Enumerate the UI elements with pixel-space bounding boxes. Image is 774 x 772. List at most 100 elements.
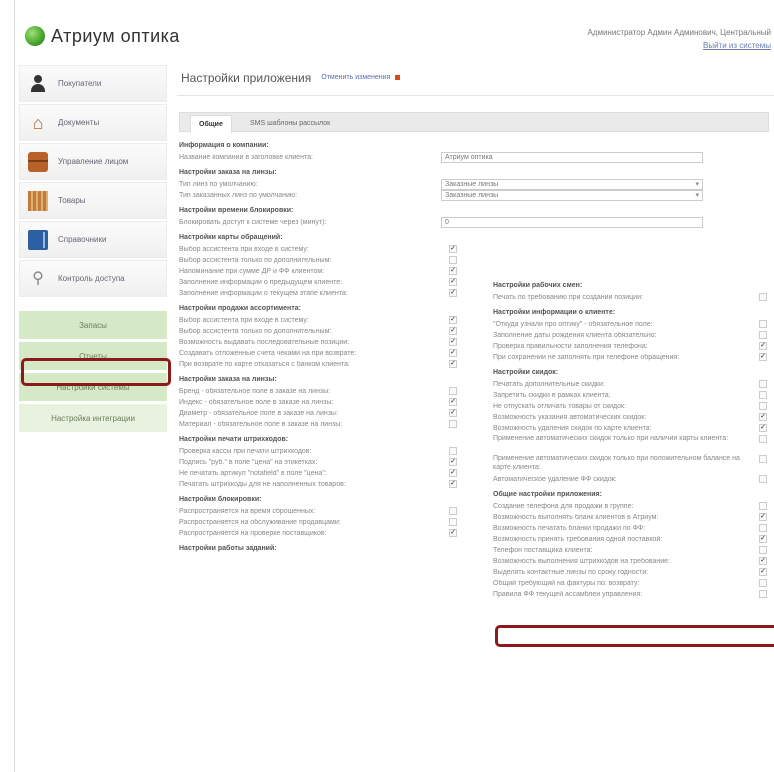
setting-checkbox[interactable]: ✓ [449, 245, 457, 253]
setting-checkbox[interactable]: ✓ [759, 353, 767, 361]
setting-row: Применение автоматических скидок только … [493, 434, 767, 454]
section-title: Настройки рабочих смен: [493, 282, 583, 289]
setting-checkbox[interactable] [759, 293, 767, 301]
setting-checkbox[interactable]: ✓ [759, 413, 767, 421]
current-user: Администратор Админ Админович, Центральн… [587, 28, 771, 37]
setting-label: Применение автоматических скидок только … [493, 455, 740, 471]
setting-checkbox[interactable] [759, 502, 767, 510]
logo-icon [25, 26, 45, 46]
setting-checkbox[interactable]: ✓ [449, 316, 457, 324]
setting-checkbox[interactable]: ✓ [449, 289, 457, 297]
setting-label: Материал - обязательное поле в заказе на… [179, 421, 343, 428]
setting-checkbox[interactable] [759, 391, 767, 399]
setting-checkbox[interactable]: ✓ [759, 342, 767, 350]
setting-label: Выбор ассистента при входе в систему: [179, 246, 309, 253]
setting-checkbox[interactable] [449, 420, 457, 428]
setting-checkbox[interactable] [449, 518, 457, 526]
setting-label: Индекс - обязательное поле в заказе на л… [179, 399, 334, 406]
setting-checkbox[interactable]: ✓ [449, 480, 457, 488]
setting-select[interactable]: Заказные линзы [441, 179, 703, 190]
setting-checkbox[interactable] [449, 507, 457, 515]
setting-checkbox[interactable] [449, 447, 457, 455]
page-title: Настройки приложения [181, 70, 312, 85]
setting-select[interactable]: Заказные линзы [441, 190, 703, 201]
setting-checkbox[interactable]: ✓ [759, 568, 767, 576]
setting-label: Выбор ассистента при входе в систему: [179, 317, 309, 324]
setting-checkbox[interactable] [449, 256, 457, 264]
setting-checkbox[interactable] [759, 546, 767, 554]
setting-input[interactable]: Атриум оптика [441, 152, 703, 163]
setting-checkbox[interactable] [759, 455, 767, 463]
setting-row: Заполнение информации о предыдущем клиен… [179, 277, 457, 288]
setting-checkbox[interactable] [759, 579, 767, 587]
setting-checkbox[interactable]: ✓ [449, 349, 457, 357]
setting-checkbox[interactable]: ✓ [759, 513, 767, 521]
setting-input[interactable]: 0 [441, 217, 703, 228]
setting-checkbox[interactable] [449, 387, 457, 395]
setting-label: Выделять контактные линзы по сроку годно… [493, 569, 649, 576]
section-title: Настройки карты обращений: [179, 234, 283, 241]
setting-checkbox[interactable] [759, 402, 767, 410]
setting-checkbox[interactable]: ✓ [449, 458, 457, 466]
sidebar-item-access-control[interactable]: ⚲ Контроль доступа [19, 260, 167, 297]
setting-row: Диаметр - обязательное поле в заказе на … [179, 408, 457, 419]
sidebar-item-management[interactable]: Управление лицом [19, 143, 167, 180]
sidebar-item-references[interactable]: Справочники [19, 221, 167, 258]
setting-checkbox[interactable] [759, 435, 767, 443]
setting-checkbox[interactable]: ✓ [449, 278, 457, 286]
setting-row: Индекс - обязательное поле в заказе на л… [179, 397, 457, 408]
setting-checkbox[interactable]: ✓ [449, 529, 457, 537]
setting-checkbox[interactable] [759, 320, 767, 328]
setting-row: Телефон поставщика клиента: [493, 545, 767, 556]
setting-checkbox[interactable]: ✓ [449, 338, 457, 346]
setting-label: Выбор ассистента только по дополнительны… [179, 257, 332, 264]
setting-checkbox[interactable]: ✓ [449, 267, 457, 275]
setting-checkbox[interactable]: ✓ [449, 360, 457, 368]
setting-row: Возможность выполнения штрихкодов на тре… [493, 556, 767, 567]
setting-label: Проверка кассы при печати штрихкодов: [179, 448, 312, 455]
setting-row: "Откуда узнали про оптику" - обязательно… [493, 319, 767, 330]
setting-row: Применение автоматических скидок только … [493, 454, 767, 474]
setting-checkbox[interactable]: ✓ [759, 424, 767, 432]
setting-label: Телефон поставщика клиента: [493, 547, 593, 554]
sidebar-item-label: Контроль доступа [58, 274, 125, 283]
section-title: Общие настройки приложения: [493, 491, 602, 498]
sidebar-item-documents[interactable]: ⌂ Документы [19, 104, 167, 141]
setting-row: Правила ФФ текущей ассамблеи управления: [493, 589, 767, 600]
sub-nav-stock[interactable]: Запасы [19, 311, 167, 339]
sidebar-item-label: Покупатели [58, 79, 102, 88]
sidebar-item-customers[interactable]: Покупатели [19, 65, 167, 102]
setting-label: Общий требующий на фактуры по: возврату: [493, 580, 640, 587]
setting-checkbox[interactable] [759, 524, 767, 532]
chest-icon [28, 151, 48, 172]
setting-label: Применение автоматических скидок только … [493, 435, 729, 442]
setting-checkbox[interactable]: ✓ [449, 409, 457, 417]
setting-checkbox[interactable]: ✓ [759, 535, 767, 543]
header: Атриум оптика Администратор Админ Админо… [15, 0, 774, 58]
setting-checkbox[interactable] [759, 475, 767, 483]
section-title: Настройки скидок: [493, 369, 559, 376]
setting-label: Не печатать артикул "notafield" в поле "… [179, 470, 327, 477]
setting-label: Название компании в заголовке клиента: [179, 154, 313, 161]
tab-general[interactable]: Общие [190, 115, 232, 133]
setting-checkbox[interactable]: ✓ [449, 327, 457, 335]
setting-label: Выбор ассистента только по дополнительны… [179, 328, 332, 335]
cancel-changes-link[interactable]: Отменить изменения [321, 74, 390, 81]
setting-row: Блокировать доступ к системе через (мину… [179, 217, 703, 228]
setting-checkbox[interactable] [759, 590, 767, 598]
setting-checkbox[interactable]: ✓ [759, 557, 767, 565]
setting-row: Распространяется на проверке поставщиков… [179, 528, 457, 539]
logout-link[interactable]: Выйти из системы [703, 41, 771, 50]
setting-checkbox[interactable] [759, 380, 767, 388]
setting-label: Возможность принять требования одной пос… [493, 536, 663, 543]
setting-row: Не отпускать отличать товары от скидок: [493, 401, 767, 412]
tab-sms-templates[interactable]: SMS шаблоны рассылок [242, 115, 338, 133]
sidebar-item-goods[interactable]: Товары [19, 182, 167, 219]
setting-checkbox[interactable] [759, 331, 767, 339]
highlight-frame [21, 358, 171, 386]
setting-checkbox[interactable]: ✓ [449, 398, 457, 406]
setting-checkbox[interactable]: ✓ [449, 469, 457, 477]
sub-nav-integration-settings[interactable]: Настройка интеграции [19, 404, 167, 432]
setting-row: Создавать отложенные счета чеками на при… [179, 348, 457, 359]
settings-right-column: Настройки рабочих смен: Печать по требова… [493, 276, 767, 600]
